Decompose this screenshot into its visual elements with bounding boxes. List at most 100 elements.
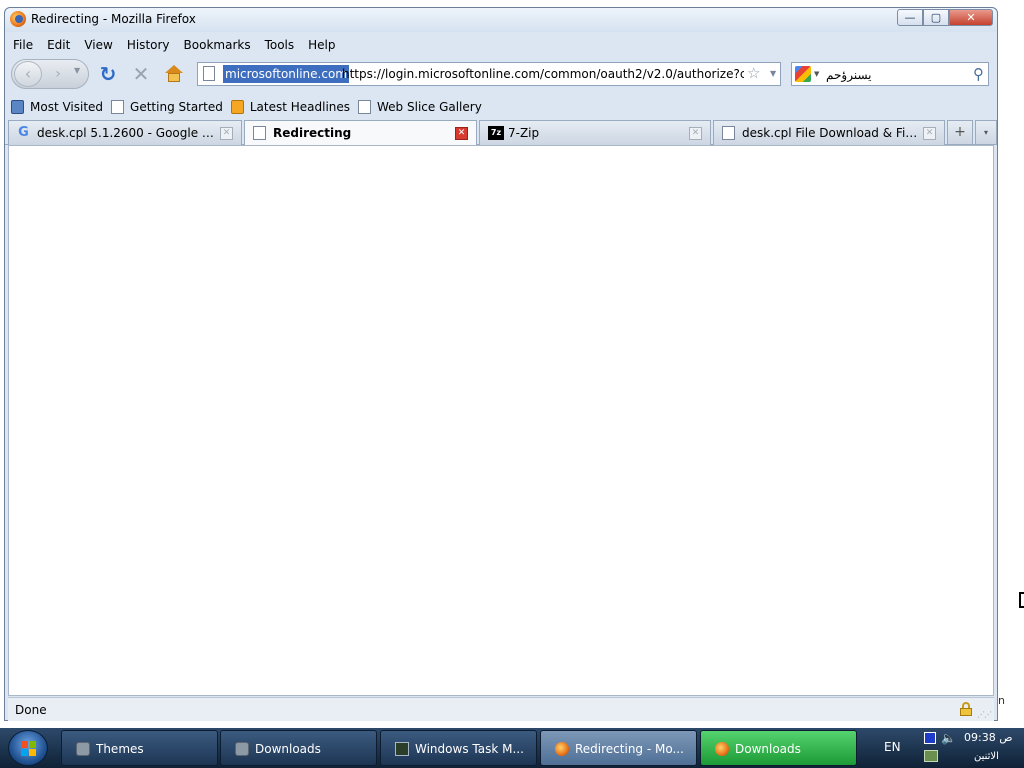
- taskbar-item-label: Windows Task M...: [415, 742, 524, 756]
- taskbar-item-label: Downloads: [255, 742, 321, 756]
- tab-strip: G desk.cpl 5.1.2600 - Google Sea... ✕ Re…: [5, 120, 997, 146]
- menu-edit[interactable]: Edit: [47, 38, 70, 52]
- search-icon[interactable]: ⚲: [973, 65, 984, 83]
- tab-google-search[interactable]: G desk.cpl 5.1.2600 - Google Sea... ✕: [8, 120, 242, 145]
- menu-view[interactable]: View: [84, 38, 112, 52]
- tab-label: Redirecting: [273, 126, 352, 140]
- minimize-button[interactable]: —: [897, 9, 923, 26]
- history-dropdown-icon[interactable]: ▼: [74, 66, 80, 75]
- bookmark-label: Latest Headlines: [249, 100, 351, 114]
- bookmark-star-icon[interactable]: ☆: [747, 64, 760, 82]
- stop-button[interactable]: ✕: [130, 63, 152, 85]
- close-icon[interactable]: ✕: [923, 127, 936, 140]
- page-icon[interactable]: [203, 66, 215, 81]
- menu-history[interactable]: History: [127, 38, 170, 52]
- clock-day[interactable]: الاثنين: [974, 751, 999, 762]
- lock-icon[interactable]: [960, 702, 972, 716]
- tab-redirecting[interactable]: Redirecting ✕: [244, 120, 477, 146]
- bookmark-label: Getting Started: [130, 100, 223, 114]
- volume-icon[interactable]: 🔈: [941, 731, 956, 745]
- taskbar-item-redirecting[interactable]: Redirecting - Mo...: [540, 730, 697, 766]
- taskbar-item-downloads[interactable]: Downloads: [220, 730, 377, 766]
- close-icon[interactable]: ✕: [220, 127, 233, 140]
- navigation-toolbar: ‹ › ▼ ↻ ✕ microsoftonline.com https://lo…: [5, 57, 997, 93]
- url-domain-highlight: microsoftonline.com: [223, 65, 349, 83]
- firefox-icon: [555, 742, 569, 756]
- bookmark-label: Most Visited: [30, 100, 104, 114]
- firefox-icon: [715, 742, 729, 756]
- gear-icon: [76, 742, 90, 756]
- url-history-dropdown-icon[interactable]: ▼: [770, 69, 776, 78]
- resize-grip-icon[interactable]: ⋰⋰: [977, 710, 992, 719]
- mouse-cursor: [1019, 592, 1024, 608]
- bookmark-getting-started[interactable]: Getting Started: [111, 100, 223, 114]
- taskbar: Themes Downloads Windows Task M... Redir…: [0, 728, 1024, 768]
- bookmark-most-visited[interactable]: Most Visited: [11, 100, 103, 114]
- tab-label: desk.cpl File Download & Fix Fo...: [742, 126, 918, 140]
- firefox-window: Redirecting - Mozilla Firefox — ▢ ✕ File…: [4, 7, 998, 721]
- gear-icon: [235, 742, 249, 756]
- tab-desk-cpl-download[interactable]: desk.cpl File Download & Fix Fo... ✕: [713, 120, 945, 145]
- list-all-tabs-button[interactable]: ▾: [975, 120, 997, 145]
- url-bar[interactable]: microsoftonline.com https://login.micros…: [197, 62, 781, 86]
- bookmark-web-slice-gallery[interactable]: Web Slice Gallery: [358, 100, 482, 114]
- bookmark-label: Web Slice Gallery: [377, 100, 482, 114]
- rss-icon: [230, 100, 244, 114]
- google-icon: G: [18, 125, 29, 140]
- taskbar-item-label: Downloads: [735, 742, 801, 756]
- back-button[interactable]: ‹: [14, 61, 42, 87]
- page-icon: [253, 126, 266, 140]
- menu-tools[interactable]: Tools: [265, 38, 295, 52]
- page-icon: [111, 100, 125, 114]
- status-bar: Done ⋰⋰: [8, 697, 994, 721]
- bookmarks-toolbar: Most Visited Getting Started Latest Head…: [5, 96, 997, 118]
- close-icon[interactable]: ✕: [689, 127, 702, 140]
- home-button[interactable]: [164, 64, 184, 84]
- taskbar-item-task-manager[interactable]: Windows Task M...: [380, 730, 537, 766]
- search-input[interactable]: [826, 66, 966, 84]
- language-indicator[interactable]: EN: [884, 740, 901, 754]
- desktop-background: [996, 0, 1024, 728]
- status-text: Done: [15, 703, 47, 717]
- search-bar: ▼ ⚲: [791, 62, 989, 86]
- network-icon[interactable]: [924, 732, 936, 744]
- desktop-edge-text: n: [998, 694, 1005, 707]
- taskbar-item-themes[interactable]: Themes: [61, 730, 218, 766]
- new-tab-button[interactable]: +: [947, 120, 973, 145]
- firefox-icon: [10, 11, 26, 27]
- window-controls: — ▢ ✕: [897, 9, 993, 27]
- page-content-area[interactable]: [8, 145, 994, 696]
- page-icon: [722, 126, 735, 140]
- window-title: Redirecting - Mozilla Firefox: [31, 12, 196, 26]
- taskbar-item-label: Themes: [96, 742, 144, 756]
- folder-icon: [11, 100, 24, 114]
- menu-bookmarks[interactable]: Bookmarks: [184, 38, 251, 52]
- search-engine-icon[interactable]: [795, 66, 811, 82]
- 7zip-icon: 7z: [488, 126, 504, 140]
- security-icon[interactable]: [924, 750, 938, 762]
- title-bar[interactable]: Redirecting - Mozilla Firefox — ▢ ✕: [5, 8, 997, 32]
- search-engine-dropdown-icon[interactable]: ▼: [814, 70, 819, 78]
- start-button[interactable]: [8, 730, 48, 766]
- close-button[interactable]: ✕: [949, 9, 993, 26]
- page-icon: [358, 100, 372, 114]
- maximize-button[interactable]: ▢: [923, 9, 949, 26]
- url-text[interactable]: https://login.microsoftonline.com/common…: [342, 65, 744, 83]
- reload-button[interactable]: ↻: [97, 63, 119, 85]
- tab-label: desk.cpl 5.1.2600 - Google Sea...: [37, 126, 215, 140]
- tab-label: 7-Zip: [508, 126, 540, 140]
- home-icon: [165, 65, 183, 73]
- taskbar-item-label: Redirecting - Mo...: [575, 742, 684, 756]
- menu-file[interactable]: File: [13, 38, 33, 52]
- menu-bar: File Edit View History Bookmarks Tools H…: [5, 34, 997, 56]
- windows-logo-icon: [21, 741, 37, 757]
- taskbar-item-firefox-downloads[interactable]: Downloads: [700, 730, 857, 766]
- close-icon[interactable]: ✕: [455, 127, 468, 140]
- forward-button[interactable]: ›: [47, 64, 69, 84]
- menu-help[interactable]: Help: [308, 38, 335, 52]
- clock-time[interactable]: ص 09:38: [964, 731, 1013, 744]
- back-forward-group: ‹ › ▼: [11, 59, 89, 89]
- bookmark-latest-headlines[interactable]: Latest Headlines: [230, 100, 351, 114]
- tab-7zip[interactable]: 7z 7-Zip ✕: [479, 120, 711, 145]
- monitor-icon: [395, 742, 409, 756]
